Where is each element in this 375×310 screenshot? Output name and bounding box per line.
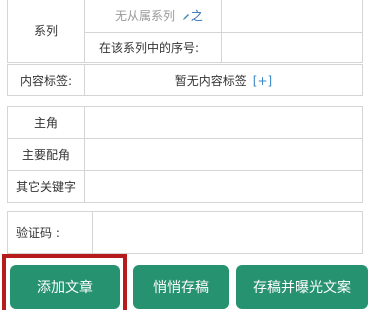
people-table: 主角 主要配角 其它关键字 — [7, 106, 363, 203]
keywords-input[interactable] — [84, 170, 363, 203]
tags-table: 内容标签: 暂无内容标签 [+] — [7, 64, 363, 96]
tags-value: 暂无内容标签 — [174, 73, 247, 88]
series-extra-cell — [221, 0, 363, 33]
series-select-link[interactable]: 之 — [191, 9, 203, 23]
captcha-table: 验证码 : — [7, 211, 363, 254]
lead-label: 主角 — [7, 106, 85, 139]
save-draft-button[interactable]: 悄悄存稿 — [133, 265, 229, 309]
sequence-label: 在该系列中的序号: — [84, 32, 222, 63]
tags-cell: 暂无内容标签 [+] — [84, 64, 363, 96]
add-article-button[interactable]: 添加文章 — [10, 265, 120, 309]
keywords-label: 其它关键字 — [7, 170, 85, 203]
save-and-publish-button[interactable]: 存稿并曝光文案 — [236, 265, 368, 309]
series-label: 系列 — [7, 0, 85, 63]
lead-input[interactable] — [84, 106, 363, 139]
supporting-input[interactable] — [84, 138, 363, 171]
series-none-text: 无从属系列 — [115, 9, 176, 23]
pencil-icon — [182, 13, 189, 20]
captcha-input[interactable] — [92, 211, 363, 254]
series-value: 无从属系列 之 — [84, 0, 222, 33]
series-table: 系列 无从属系列 之 在该系列中的序号: — [7, 0, 363, 63]
sequence-input[interactable] — [221, 32, 363, 63]
captcha-label: 验证码 : — [7, 211, 93, 254]
add-tag-button[interactable]: [+] — [253, 74, 272, 88]
tags-label: 内容标签: — [7, 64, 85, 96]
supporting-label: 主要配角 — [7, 138, 85, 171]
